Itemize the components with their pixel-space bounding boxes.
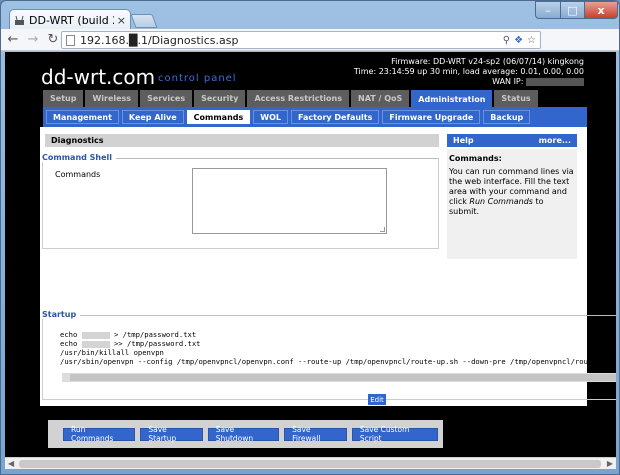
wan-ip-redacted [526,77,584,86]
help-heading: Commands: [449,154,502,163]
ddwrt-logo: dd-wrt.com [41,65,156,89]
browser-window: DD-WRT (build 2200 × – □ x ← → ↻ 192.168… [0,0,620,475]
save-shutdown-button[interactable]: Save Shutdown [207,425,280,443]
subtab-firmware-upgrade[interactable]: Firmware Upgrade [382,110,481,124]
control-panel-label: control panel [158,73,237,84]
close-window-button[interactable]: x [584,1,618,19]
subtab-backup[interactable]: Backup [483,110,531,124]
router-favicon-icon [15,15,24,25]
search-icon[interactable]: ⚲ [503,35,510,46]
code-line: /usr/sbin/openvpn --config /tmp/openvpnc… [60,357,597,366]
scroll-right-icon[interactable]: ▶ [607,459,613,468]
commands-label: Commands [55,170,101,179]
help-more-link[interactable]: more... [539,136,571,145]
subtab-keep-alive[interactable]: Keep Alive [121,110,184,124]
help-link: Run Commands [469,197,533,206]
tab-services[interactable]: Services [140,90,193,107]
tab-administration[interactable]: Administration [411,90,493,108]
echo-cmd: echo [60,330,82,339]
tab-status[interactable]: Status [494,90,538,107]
edit-button[interactable]: Edit [368,394,386,405]
command-shell-legend: Command Shell [42,153,117,162]
redacted-text [81,340,110,348]
tab-wireless[interactable]: Wireless [85,90,139,107]
save-firewall-button[interactable]: Save Firewall [284,425,347,443]
tab-access-restrictions[interactable]: Access Restrictions [247,90,349,107]
maximize-button[interactable]: □ [560,1,585,19]
subtab-wol[interactable]: WOL [253,110,288,124]
wan-ip-label: WAN IP: [492,77,524,86]
browser-tab[interactable]: DD-WRT (build 2200 × [9,9,131,30]
content-area: Diagnostics Command Shell Commands Help … [40,127,616,406]
save-startup-button[interactable]: Save Startup [140,425,203,443]
forward-icon[interactable]: → [25,32,41,47]
main-nav: Setup Wireless Services Security Access … [43,90,540,108]
reload-icon[interactable]: ↻ [45,32,61,47]
firmware-info: Firmware: DD-WRT v24-sp2 (06/07/14) king… [354,57,584,87]
echo-cmd: echo [60,339,82,348]
code-line: /usr/bin/killall openvpn [60,348,164,357]
startup-script: echo > /tmp/password.txt echo >> /tmp/pas… [60,330,597,366]
echo-target: > /tmp/password.txt [109,330,197,339]
subtab-factory-defaults[interactable]: Factory Defaults [291,110,380,124]
tab-close-icon[interactable]: × [117,14,126,27]
scroll-left-icon[interactable]: ◀ [8,459,14,468]
tab-setup[interactable]: Setup [43,90,84,107]
page-scrollbar-thumb[interactable] [19,460,601,468]
help-title: Help [453,136,474,145]
save-custom-script-button[interactable]: Save Custom Script [351,425,438,443]
resize-handle[interactable] [380,227,385,232]
tab-strip: DD-WRT (build 2200 × – □ x [1,1,619,30]
browser-toolbar: ← → ↻ 192.168.█.1/Diagnostics.asp ⚲ ❖ ☆ … [1,29,619,75]
star-icon[interactable]: ☆ [527,35,536,46]
firmware-version: Firmware: DD-WRT v24-sp2 (06/07/14) king… [391,57,584,66]
tab-nat-qos[interactable]: NAT / QoS [351,90,410,107]
startup-legend: Startup [42,310,81,319]
run-commands-button[interactable]: Run Commands [63,425,136,443]
action-bar: Run Commands Save Startup Save Shutdown … [48,420,443,448]
page-scrollbar[interactable]: ◀ ▶ [5,457,616,469]
section-title: Diagnostics [45,134,439,147]
back-icon[interactable]: ← [5,32,21,47]
code-scrollbar[interactable] [62,373,616,382]
subtab-management[interactable]: Management [46,110,119,124]
translate-icon[interactable]: ❖ [514,35,523,46]
address-bar[interactable]: 192.168.█.1/Diagnostics.asp ⚲ ❖ ☆ [61,31,541,49]
page-icon [66,34,75,46]
scrollbar-thumb[interactable] [70,374,616,381]
tab-title: DD-WRT (build 2200 [29,13,114,27]
url-text: 192.168.█.1/Diagnostics.asp [80,33,239,47]
sub-nav: Management Keep Alive Commands WOL Facto… [43,107,587,127]
uptime: Time: 23:14:59 up 30 min, load average: … [353,67,584,76]
echo-target: >> /tmp/password.txt [109,339,201,348]
help-header: Help more... [447,134,577,147]
minimize-button[interactable]: – [535,1,561,19]
commands-textarea[interactable] [192,168,387,234]
tab-security[interactable]: Security [194,90,246,107]
subtab-commands[interactable]: Commands [186,110,251,124]
page-viewport: dd-wrt.com control panel Firmware: DD-WR… [5,52,616,457]
new-tab-button[interactable] [130,14,158,28]
help-panel: Commands: You can run command lines via … [447,149,577,259]
redacted-text [81,331,110,339]
